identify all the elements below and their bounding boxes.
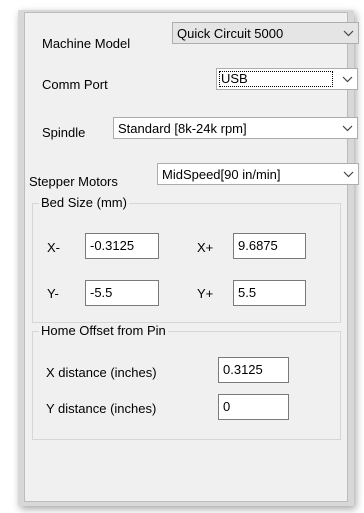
- bed-size-group: Bed Size (mm) X- -0.3125 X+ 9.6875 Y- -5…: [32, 195, 341, 323]
- y-plus-value: 5.5: [238, 285, 257, 300]
- y-minus-field[interactable]: -5.5: [85, 280, 159, 306]
- machine-model-label: Machine Model: [42, 36, 131, 51]
- x-plus-value: 9.6875: [238, 238, 278, 253]
- stepper-motors-value: MidSpeed[90 in/min]: [162, 167, 281, 182]
- comm-port-value: USB: [221, 71, 248, 86]
- machine-settings-panel: Machine Model Quick Circuit 5000 Comm Po…: [24, 12, 359, 502]
- y-distance-label: Y distance (inches): [46, 401, 157, 416]
- home-offset-title: Home Offset from Pin: [39, 323, 168, 338]
- y-distance-value: 0: [223, 399, 231, 414]
- stepper-motors-dropdown[interactable]: MidSpeed[90 in/min]: [157, 163, 359, 185]
- x-minus-label: X-: [47, 240, 60, 255]
- x-distance-field[interactable]: 0.3125: [218, 357, 289, 383]
- spindle-value: Standard [8k-24k rpm]: [118, 121, 247, 136]
- chevron-down-icon[interactable]: [338, 164, 358, 184]
- y-distance-field[interactable]: 0: [218, 394, 289, 420]
- comm-port-dropdown[interactable]: USB: [216, 68, 358, 90]
- y-minus-value: -5.5: [90, 285, 113, 300]
- y-plus-field[interactable]: 5.5: [233, 280, 306, 306]
- x-plus-field[interactable]: 9.6875: [233, 233, 306, 259]
- stepper-motors-label: Stepper Motors: [29, 174, 118, 189]
- x-distance-value: 0.3125: [223, 362, 263, 377]
- comm-port-label: Comm Port: [42, 77, 108, 92]
- chevron-down-icon[interactable]: [338, 23, 358, 43]
- spindle-label: Spindle: [42, 125, 86, 140]
- y-minus-label: Y-: [47, 286, 59, 301]
- x-distance-label: X distance (inches): [46, 365, 157, 380]
- machine-model-dropdown[interactable]: Quick Circuit 5000: [172, 22, 359, 44]
- machine-model-value: Quick Circuit 5000: [177, 26, 284, 41]
- home-offset-group: Home Offset from Pin X distance (inches)…: [32, 323, 341, 440]
- y-plus-label: Y+: [197, 286, 214, 301]
- chevron-down-icon[interactable]: [337, 69, 357, 89]
- x-minus-value: -0.3125: [90, 238, 135, 253]
- spindle-dropdown[interactable]: Standard [8k-24k rpm]: [113, 117, 358, 139]
- x-minus-field[interactable]: -0.3125: [85, 233, 159, 259]
- chevron-down-icon[interactable]: [337, 118, 357, 138]
- x-plus-label: X+: [197, 240, 214, 255]
- bed-size-title: Bed Size (mm): [39, 195, 129, 210]
